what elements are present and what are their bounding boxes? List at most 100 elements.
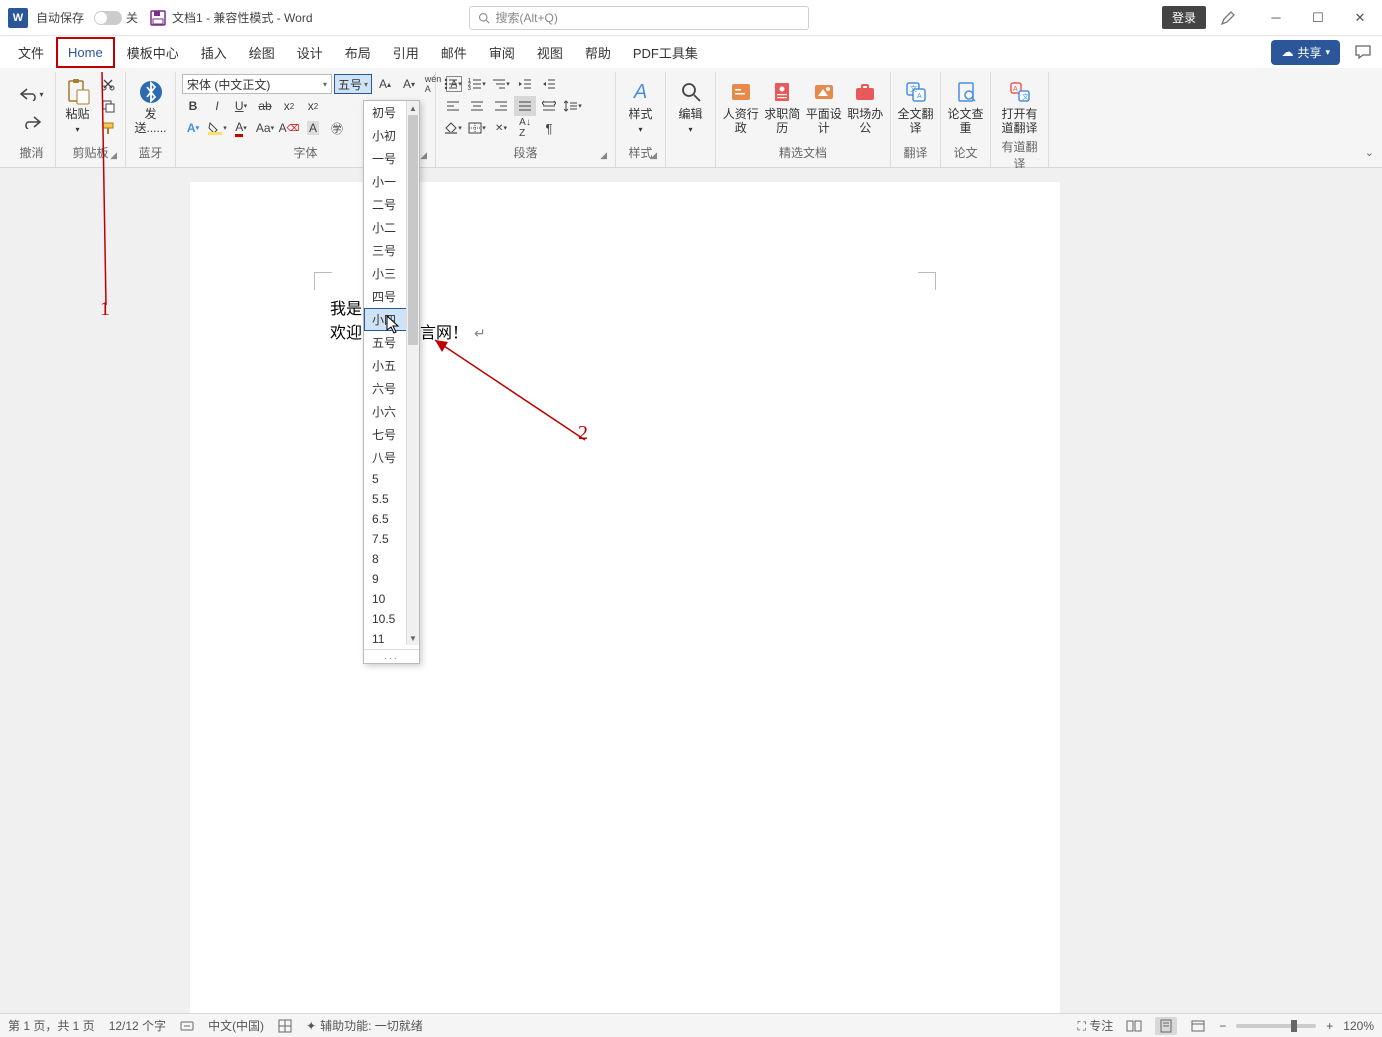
italic-button[interactable]: I — [206, 96, 228, 116]
display-settings-icon[interactable] — [278, 1019, 292, 1033]
dropdown-scrollbar[interactable]: ▲ ▼ — [406, 101, 419, 645]
word-count[interactable]: 12/12 个字 — [109, 1017, 166, 1034]
paragraph-dialog-launcher[interactable]: ◢ — [600, 150, 607, 161]
tab-view[interactable]: 视图 — [527, 37, 573, 68]
zoom-slider[interactable] — [1236, 1024, 1316, 1028]
login-button[interactable]: 登录 — [1162, 6, 1206, 29]
styles-dialog-launcher[interactable]: ◢ — [650, 150, 657, 161]
hr-admin-button[interactable]: 人资行政 — [722, 74, 760, 136]
scroll-thumb[interactable] — [408, 115, 418, 345]
bullets-button[interactable]: ▾ — [442, 74, 464, 94]
justify-button[interactable] — [514, 96, 536, 116]
save-icon[interactable] — [150, 10, 166, 26]
increase-indent-button[interactable] — [538, 74, 560, 94]
fulltext-translate-button[interactable]: 文A全文翻译 — [897, 74, 934, 136]
text-effects-button[interactable]: A▾ — [182, 118, 204, 138]
search-box[interactable]: 搜索(Alt+Q) — [469, 6, 809, 30]
bold-button[interactable]: B — [182, 96, 204, 116]
align-left-button[interactable] — [442, 96, 464, 116]
zoom-in-button[interactable]: + — [1326, 1019, 1333, 1033]
font-size-dropdown[interactable]: 初号小初一号小一二号小二三号小三四号小四五号小五六号小六七号八号55.56.57… — [363, 100, 420, 664]
tab-mailings[interactable]: 邮件 — [431, 37, 477, 68]
font-size-combo[interactable]: 五号 ▾ — [334, 74, 372, 94]
ribbon-collapse-icon[interactable]: ⌄ — [1365, 146, 1374, 159]
decrease-indent-button[interactable] — [514, 74, 536, 94]
clear-formatting-button[interactable]: A⌫ — [278, 118, 300, 138]
scroll-up-icon[interactable]: ▲ — [407, 101, 419, 115]
document-area[interactable]: 我是 欢迎言网！↵ — [0, 168, 1382, 1013]
tab-pdf[interactable]: PDF工具集 — [623, 37, 708, 68]
tab-file[interactable]: 文件 — [8, 37, 54, 68]
multilevel-list-button[interactable]: ▾ — [490, 74, 512, 94]
editing-button[interactable]: 编辑▾ — [672, 74, 709, 136]
svg-text:A: A — [917, 93, 922, 100]
font-dialog-launcher[interactable]: ◢ — [420, 150, 427, 161]
share-button[interactable]: ☁ 共享 ▾ — [1271, 40, 1340, 65]
bluetooth-send-button[interactable]: 发送...... — [132, 74, 169, 136]
styles-button[interactable]: A 样式▾ — [622, 74, 659, 136]
tab-references[interactable]: 引用 — [383, 37, 429, 68]
open-youdao-button[interactable]: A文打开有道翻译 — [997, 74, 1042, 136]
dropdown-resize-handle[interactable]: ... — [364, 649, 419, 663]
comments-icon[interactable] — [1352, 41, 1374, 63]
font-size-value: 五号 — [338, 76, 362, 93]
group-paragraph: ▾ 123▾ ▾ ▾ — [436, 72, 616, 167]
scroll-down-icon[interactable]: ▼ — [407, 631, 419, 645]
tab-insert[interactable]: 插入 — [191, 37, 237, 68]
align-right-button[interactable] — [490, 96, 512, 116]
print-layout-button[interactable] — [1155, 1017, 1177, 1035]
text-predictions-icon[interactable] — [180, 1019, 194, 1033]
tab-design[interactable]: 设计 — [287, 37, 333, 68]
maximize-button[interactable]: ☐ — [1304, 10, 1332, 26]
tab-help[interactable]: 帮助 — [575, 37, 621, 68]
sort-button[interactable]: A↓Z — [514, 118, 536, 138]
page-info[interactable]: 第 1 页，共 1 页 — [8, 1017, 95, 1034]
ribbon-tabs: 文件 Home 模板中心 插入 绘图 设计 布局 引用 邮件 审阅 视图 帮助 … — [0, 36, 1382, 68]
superscript-button[interactable]: x2 — [302, 96, 324, 116]
character-shading-button[interactable]: A — [302, 118, 324, 138]
pen-icon[interactable] — [1220, 10, 1248, 26]
thesis-check-button[interactable]: 论文查重 — [947, 74, 984, 136]
numbering-button[interactable]: 123▾ — [466, 74, 488, 94]
change-case-button[interactable]: Aa▾ — [254, 118, 276, 138]
font-color-button[interactable]: A▾ — [230, 118, 252, 138]
underline-button[interactable]: U▾ — [230, 96, 252, 116]
distribute-button[interactable] — [538, 96, 560, 116]
zoom-level[interactable]: 120% — [1343, 1019, 1374, 1033]
redo-button[interactable] — [17, 112, 47, 132]
web-layout-button[interactable] — [1187, 1017, 1209, 1035]
line-spacing-button[interactable]: ▾ — [562, 96, 584, 116]
asian-layout-button[interactable]: ✕▾ — [490, 118, 512, 138]
thesis-icon — [952, 78, 980, 106]
workplace-button[interactable]: 职场办公 — [847, 74, 885, 136]
shading-button[interactable]: ▾ — [442, 118, 464, 138]
show-marks-button[interactable]: ¶ — [538, 118, 560, 138]
close-button[interactable]: ✕ — [1346, 10, 1374, 26]
tab-home[interactable]: Home — [56, 37, 115, 68]
tab-review[interactable]: 审阅 — [479, 37, 525, 68]
subscript-button[interactable]: x2 — [278, 96, 300, 116]
zoom-slider-thumb[interactable] — [1291, 1020, 1297, 1032]
autosave-toggle[interactable] — [94, 11, 122, 25]
tab-template[interactable]: 模板中心 — [117, 37, 189, 68]
grow-font-button[interactable]: A▴ — [374, 74, 396, 94]
enclose-characters-button[interactable]: ㊫ — [326, 118, 348, 138]
language-status[interactable]: 中文(中国) — [208, 1017, 264, 1034]
shrink-font-button[interactable]: A▾ — [398, 74, 420, 94]
strikethrough-button[interactable]: ab — [254, 96, 276, 116]
focus-mode-button[interactable]: ⛶ 专注 — [1078, 1017, 1114, 1034]
zoom-out-button[interactable]: − — [1219, 1019, 1226, 1033]
borders-button[interactable]: ▾ — [466, 118, 488, 138]
accessibility-status[interactable]: ✦辅助功能: 一切就绪 — [306, 1017, 423, 1034]
tab-drawing[interactable]: 绘图 — [239, 37, 285, 68]
tab-layout[interactable]: 布局 — [335, 37, 381, 68]
read-mode-button[interactable] — [1123, 1017, 1145, 1035]
minimize-button[interactable]: ─ — [1262, 10, 1290, 25]
font-name-combo[interactable]: 宋体 (中文正文) ▾ — [182, 74, 332, 94]
align-center-button[interactable] — [466, 96, 488, 116]
resume-button[interactable]: 求职简历 — [764, 74, 802, 136]
undo-button[interactable]: ▾ — [17, 84, 47, 104]
graphic-design-button[interactable]: 平面设计 — [805, 74, 843, 136]
highlight-button[interactable]: ▾ — [206, 118, 228, 138]
document-page[interactable]: 我是 欢迎言网！↵ — [190, 182, 1060, 1013]
